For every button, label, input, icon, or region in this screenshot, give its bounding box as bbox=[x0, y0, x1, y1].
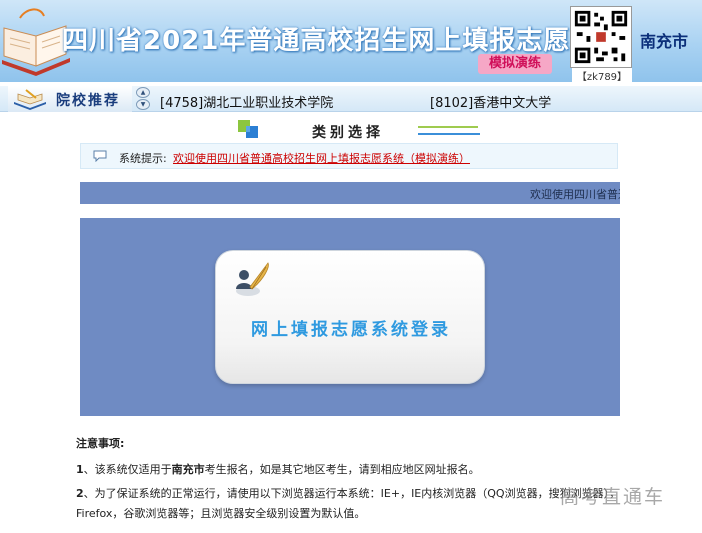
qr-code-label: 【zk789】 bbox=[572, 68, 632, 82]
notes-section: 注意事项: 1、该系统仅适用于南充市考生报名，如是其它地区考生，请到相应地区网址… bbox=[76, 434, 636, 528]
login-area: 网上填报志愿系统登录 bbox=[80, 218, 620, 416]
note-2-line2: Firefox，谷歌浏览器等；且浏览器安全级别设置为默认值。 bbox=[76, 507, 366, 520]
note-2-number: 2 bbox=[76, 487, 84, 500]
marquee-band: 欢迎使用四川省普通 bbox=[80, 182, 620, 204]
qr-code-icon bbox=[570, 6, 632, 68]
school-recommend-bar: 院校推荐 ▲ ▼ [4758]湖北工业职业技术学院 [8102]香港中文大学 bbox=[0, 86, 702, 112]
scroll-up-button[interactable]: ▲ bbox=[136, 87, 150, 98]
title-underline-green bbox=[418, 126, 478, 128]
category-title: 类别选择 bbox=[312, 125, 384, 141]
nav-label-box: 院校推荐 bbox=[8, 86, 132, 112]
tip-label: 系统提示: bbox=[119, 152, 167, 165]
notes-title: 注意事项: bbox=[76, 437, 125, 450]
note-item-2: 2、为了保证系统的正常运行，请使用以下浏览器运行本系统：IE+，IE内核浏览器（… bbox=[76, 484, 636, 524]
page-title: 四川省2021年普通高校招生网上填报志愿 bbox=[62, 26, 571, 56]
note-1-number: 1 bbox=[76, 463, 84, 476]
city-label: 南充市 bbox=[640, 32, 689, 51]
speech-bubble-icon bbox=[93, 150, 107, 162]
pen-book-icon bbox=[14, 89, 46, 110]
note-1-post: 考生报名，如是其它地区考生，请到相应地区网址报名。 bbox=[204, 463, 480, 476]
recommended-school-2[interactable]: [8102]香港中文大学 bbox=[430, 92, 551, 111]
category-icon bbox=[238, 120, 258, 138]
login-button[interactable]: 网上填报志愿系统登录 bbox=[215, 250, 485, 384]
user-quill-icon bbox=[236, 262, 269, 296]
tip-link[interactable]: 欢迎使用四川省普通高校招生网上填报志愿系统（模拟演练） bbox=[173, 150, 470, 166]
note-2-line1: 、为了保证系统的正常运行，请使用以下浏览器运行本系统：IE+，IE内核浏览器（Q… bbox=[83, 487, 621, 500]
marquee-text: 欢迎使用四川省普通 bbox=[530, 188, 620, 201]
login-button-label: 网上填报志愿系统登录 bbox=[251, 320, 451, 340]
scroll-down-button[interactable]: ▼ bbox=[136, 99, 150, 110]
watermark-text: 高考直通车 bbox=[560, 486, 666, 508]
note-item-1: 1、该系统仅适用于南充市考生报名，如是其它地区考生，请到相应地区网址报名。 bbox=[76, 460, 636, 480]
nav-label: 院校推荐 bbox=[56, 93, 120, 109]
recommended-school-1[interactable]: [4758]湖北工业职业技术学院 bbox=[160, 92, 333, 111]
mock-badge: 模拟演练 bbox=[478, 54, 552, 74]
system-tip-bar: 系统提示: 欢迎使用四川省普通高校招生网上填报志愿系统（模拟演练） bbox=[80, 143, 618, 169]
note-1-pre: 、该系统仅适用于 bbox=[83, 463, 172, 476]
note-1-city: 南充市 bbox=[171, 463, 205, 476]
header-banner: 四川省2021年普通高校招生网上填报志愿 模拟演练 【zk789】 南充市 bbox=[0, 0, 702, 82]
title-underline-blue bbox=[418, 133, 480, 135]
